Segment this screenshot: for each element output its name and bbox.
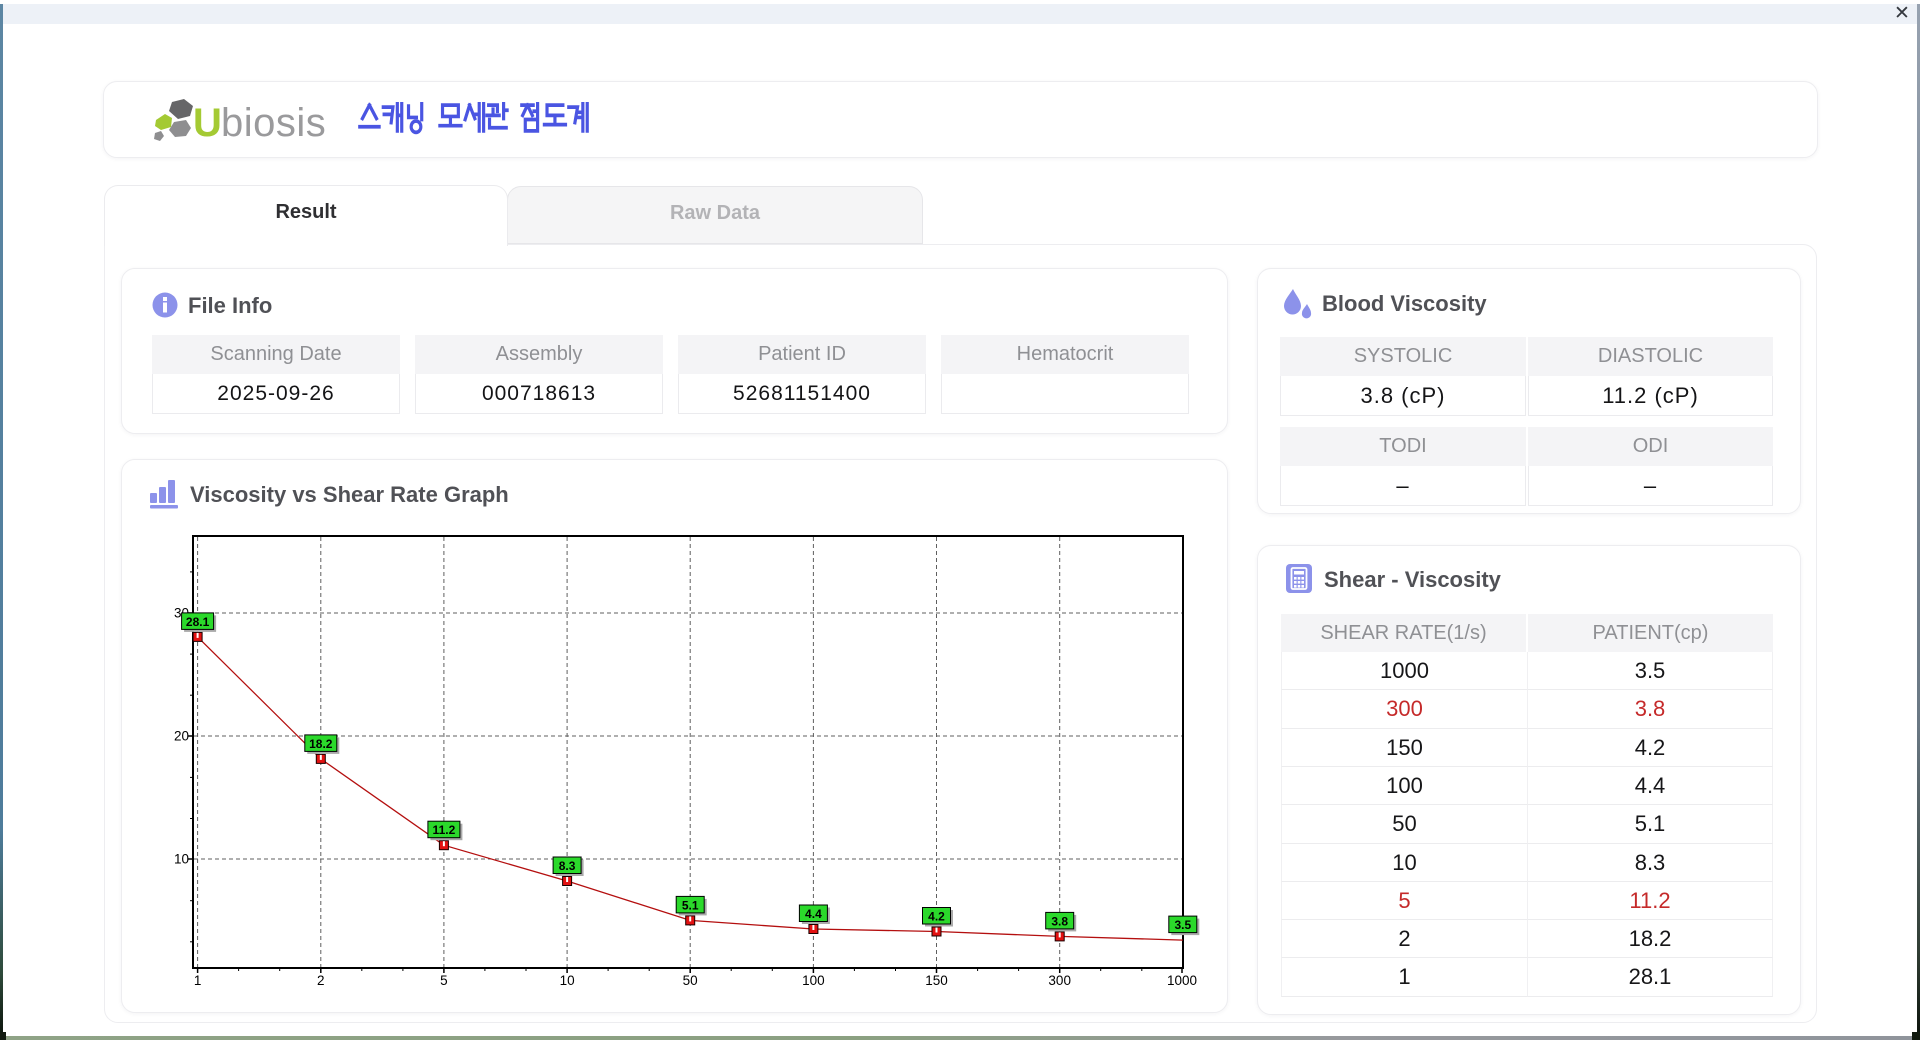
- svg-text:2: 2: [317, 973, 325, 988]
- svg-text:50: 50: [683, 973, 698, 988]
- svg-text:4.4: 4.4: [805, 907, 822, 921]
- svg-text:20: 20: [174, 729, 189, 744]
- svg-text:11.2: 11.2: [433, 823, 456, 837]
- svg-text:3.8: 3.8: [1051, 914, 1068, 928]
- svg-text:biosis: biosis: [221, 101, 326, 145]
- svg-text:5: 5: [440, 973, 448, 988]
- svg-text:3.5: 3.5: [1174, 918, 1191, 932]
- svg-text:10: 10: [174, 852, 189, 867]
- svg-text:28.1: 28.1: [186, 615, 210, 629]
- svg-text:1: 1: [194, 973, 202, 988]
- svg-text:1000: 1000: [1167, 973, 1197, 988]
- svg-text:100: 100: [802, 973, 825, 988]
- svg-text:300: 300: [1048, 973, 1071, 988]
- svg-text:U: U: [193, 101, 222, 145]
- svg-text:18.2: 18.2: [309, 737, 333, 751]
- svg-text:150: 150: [925, 973, 948, 988]
- svg-text:8.3: 8.3: [559, 859, 576, 873]
- svg-text:4.2: 4.2: [928, 910, 945, 924]
- svg-text:10: 10: [560, 973, 575, 988]
- svg-text:5.1: 5.1: [682, 898, 699, 912]
